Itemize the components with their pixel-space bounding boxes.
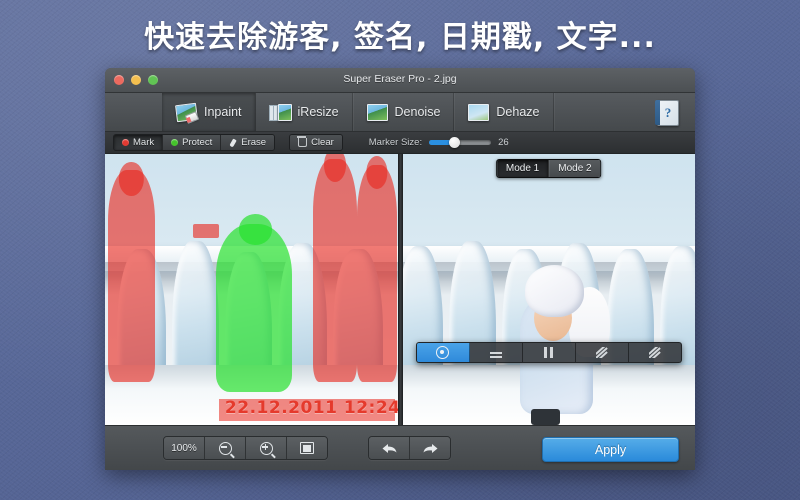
undo-icon	[382, 443, 397, 454]
photo-stack-icon	[268, 103, 292, 121]
zoom-in-icon	[259, 441, 273, 455]
tab-denoise[interactable]: Denoise	[353, 93, 455, 131]
green-dot-icon	[171, 139, 179, 146]
palette-slash-button-2[interactable]	[629, 343, 681, 362]
slash-lines-icon	[648, 347, 661, 358]
mode-2-button[interactable]: Mode 2	[549, 160, 601, 177]
palette-pause-button[interactable]	[523, 343, 576, 362]
mark-label: Mark	[133, 137, 155, 148]
bottom-toolbar: 100% Apply	[105, 425, 695, 470]
window-title: Super Eraser Pro - 2.jpg	[343, 73, 457, 85]
canvas-area: 22.12.2011 12:24 Mode 1 Mode 2	[105, 154, 695, 425]
protect-button[interactable]: Protect	[163, 135, 222, 150]
photo-icon	[366, 103, 388, 121]
result-image-pane[interactable]: Mode 1 Mode 2	[402, 154, 695, 425]
trash-icon	[297, 136, 308, 147]
main-toolbar: Inpaint iResize Denoise Dehaze ?	[105, 93, 695, 132]
undo-button[interactable]	[369, 437, 410, 459]
palette-dash-button[interactable]	[470, 343, 523, 362]
zoom-controls: 100%	[163, 436, 328, 460]
dash-lines-icon	[489, 351, 502, 354]
marketing-headline: 快速去除游客, 签名, 日期戳, 文字...	[144, 20, 656, 55]
marker-size-value: 26	[498, 137, 509, 148]
clear-label: Clear	[311, 137, 334, 148]
red-dot-icon	[122, 139, 129, 146]
tab-inpaint-label: Inpaint	[204, 105, 242, 119]
marked-tourist	[356, 156, 398, 382]
floating-tool-palette	[415, 342, 682, 363]
redo-button[interactable]	[410, 437, 450, 459]
zoom-level-display[interactable]: 100%	[164, 437, 205, 459]
marker-size-control: Marker Size: 26	[368, 136, 509, 148]
palette-slash-button-1[interactable]	[576, 343, 629, 362]
tab-iresize[interactable]: iResize	[256, 93, 353, 131]
protected-child	[216, 214, 293, 393]
slash-lines-icon	[595, 347, 608, 358]
marked-object	[192, 224, 220, 238]
apply-button[interactable]: Apply	[542, 437, 679, 462]
pause-bars-icon	[544, 347, 554, 358]
tool-segment-group: Mark Protect Erase	[113, 134, 276, 151]
options-bar: Mark Protect Erase Clear Marker Size: 26	[105, 132, 695, 154]
marked-tourist	[107, 161, 155, 382]
help-book-icon[interactable]: ?	[655, 100, 679, 126]
palette-target-button[interactable]	[416, 343, 470, 362]
protect-label: Protect	[182, 137, 213, 148]
date-stamp: 22.12.2011 12:24	[224, 398, 398, 418]
app-window: Super Eraser Pro - 2.jpg Inpaint iResize…	[105, 68, 695, 470]
clear-button[interactable]: Clear	[290, 135, 342, 150]
erase-button[interactable]: Erase	[221, 135, 275, 150]
child-mitten	[531, 408, 561, 425]
apply-label: Apply	[594, 442, 627, 457]
marker-size-slider[interactable]	[429, 136, 492, 148]
source-photo: 22.12.2011 12:24	[105, 154, 398, 425]
erase-label: Erase	[241, 137, 267, 148]
tab-inpaint[interactable]: Inpaint	[162, 93, 256, 131]
mark-button[interactable]: Mark	[114, 135, 164, 150]
help-label: ?	[664, 105, 672, 120]
child-hat	[525, 265, 584, 317]
result-photo: Mode 1 Mode 2	[402, 154, 695, 425]
redo-icon	[423, 443, 438, 454]
marker-size-label: Marker Size:	[368, 137, 423, 148]
history-controls	[368, 436, 451, 460]
mode-segment-group: Mode 1 Mode 2	[495, 159, 602, 178]
marked-tourist	[312, 154, 357, 382]
photo-eraser-icon	[175, 102, 200, 124]
tab-denoise-label: Denoise	[394, 105, 441, 119]
mode-1-button[interactable]: Mode 1	[496, 160, 550, 177]
clear-segment-group: Clear	[289, 134, 343, 151]
tab-iresize-label: iResize	[297, 105, 339, 119]
window-titlebar: Super Eraser Pro - 2.jpg	[105, 68, 695, 93]
target-icon	[436, 346, 450, 359]
slider-knob[interactable]	[448, 136, 460, 148]
tab-dehaze-label: Dehaze	[496, 105, 540, 119]
zoom-in-button[interactable]	[246, 437, 287, 459]
fit-to-screen-icon	[300, 442, 314, 454]
source-image-pane[interactable]: 22.12.2011 12:24	[105, 154, 398, 425]
tab-dehaze[interactable]: Dehaze	[454, 93, 554, 131]
zoom-out-icon	[218, 441, 232, 455]
fit-to-screen-button[interactable]	[287, 437, 327, 459]
zoom-out-button[interactable]	[205, 437, 246, 459]
photo-icon	[467, 103, 490, 121]
eraser-icon	[229, 139, 237, 147]
